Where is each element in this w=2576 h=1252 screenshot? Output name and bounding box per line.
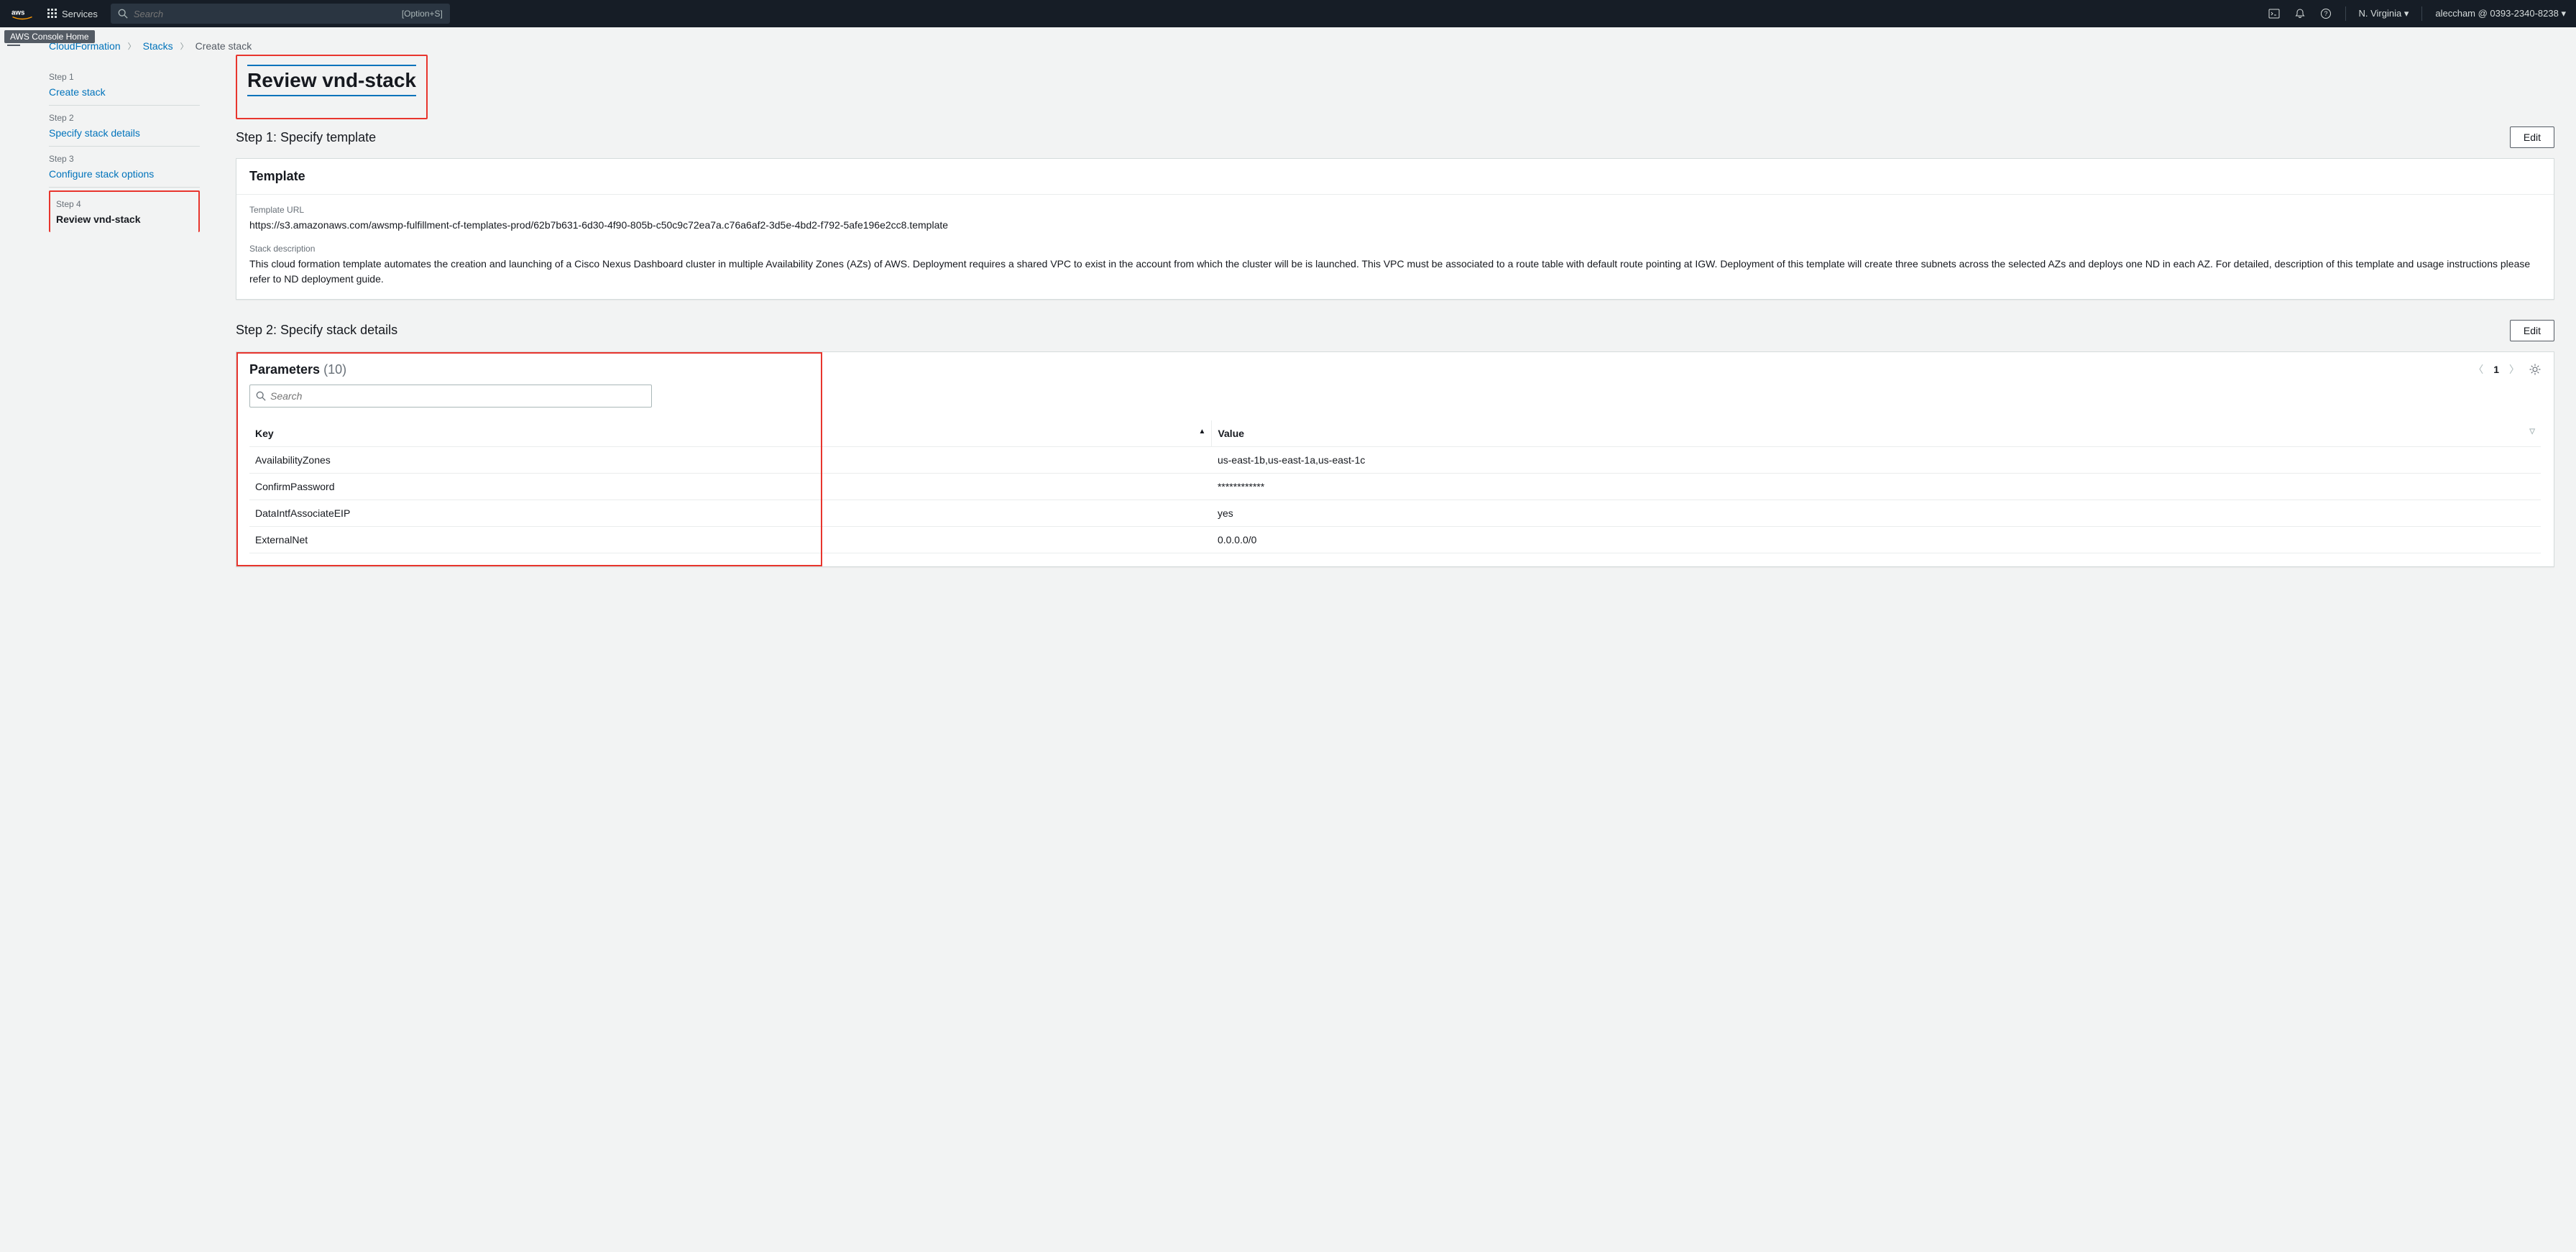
notifications-icon[interactable] — [2294, 7, 2306, 20]
template-url-label: Template URL — [249, 205, 2541, 215]
search-icon — [118, 9, 128, 19]
page-title: Review vnd-stack — [247, 65, 416, 96]
wizard-step-current: Review vnd-stack — [56, 213, 193, 225]
table-row: AvailabilityZonesus-east-1b,us-east-1a,u… — [249, 446, 2541, 473]
step2-edit-button[interactable]: Edit — [2510, 320, 2554, 341]
svg-text:?: ? — [2324, 10, 2327, 17]
wizard-step-link[interactable]: Create stack — [49, 86, 106, 98]
stack-description-value: This cloud formation template automates … — [249, 257, 2541, 286]
services-label: Services — [62, 9, 98, 19]
left-gutter — [0, 27, 27, 616]
pager-next-icon[interactable]: 〉 — [2509, 362, 2519, 377]
chevron-right-icon: 〉 — [180, 40, 188, 52]
table-row: ConfirmPassword************ — [249, 473, 2541, 500]
param-key: ExternalNet — [249, 526, 1212, 553]
wizard-step-label: Step 4 — [56, 199, 193, 209]
col-value[interactable]: Value ▽ — [1212, 420, 2541, 447]
search-shortcut-hint: [Option+S] — [402, 9, 443, 19]
console-home-tooltip: AWS Console Home — [4, 30, 95, 43]
account-menu[interactable]: aleccham @ 0393-2340-8238 ▾ — [2435, 8, 2566, 19]
param-key: DataIntfAssociateEIP — [249, 500, 1212, 526]
global-search[interactable]: [Option+S] — [111, 4, 450, 24]
breadcrumb: CloudFormation 〉 Stacks 〉 Create stack — [49, 40, 2554, 52]
aws-logo[interactable]: aws — [10, 7, 34, 20]
param-key: ConfirmPassword — [249, 473, 1212, 500]
wizard-step-label: Step 2 — [49, 113, 200, 123]
parameters-search-input[interactable] — [270, 390, 645, 402]
template-url-value: https://s3.amazonaws.com/awsmp-fulfillme… — [249, 218, 2541, 232]
col-key[interactable]: Key ▲ — [249, 420, 1212, 447]
region-label: N. Virginia — [2359, 8, 2402, 19]
account-label: aleccham @ 0393-2340-8238 — [2435, 8, 2558, 19]
services-menu[interactable]: Services — [47, 9, 98, 19]
breadcrumb-stacks[interactable]: Stacks — [143, 40, 173, 52]
step1-heading: Step 1: Specify template — [236, 130, 376, 145]
wizard-step-label: Step 1 — [49, 72, 200, 82]
chevron-right-icon: 〉 — [128, 40, 136, 52]
gear-icon[interactable] — [2529, 364, 2541, 375]
parameters-search[interactable] — [249, 385, 652, 408]
parameters-panel: Parameters (10) 〈 1 〉 — [236, 351, 2554, 567]
stack-description-label: Stack description — [249, 244, 2541, 254]
col-key-label: Key — [255, 428, 274, 439]
wizard-step-link[interactable]: Configure stack options — [49, 168, 154, 180]
param-value: yes — [1212, 500, 2541, 526]
wizard-step-1[interactable]: Step 1 Create stack — [49, 65, 200, 106]
cloudshell-icon[interactable] — [2268, 7, 2281, 20]
svg-text:aws: aws — [12, 9, 25, 17]
param-value: ************ — [1212, 473, 2541, 500]
parameters-count: (10) — [323, 362, 346, 377]
sort-asc-icon: ▲ — [1199, 428, 1206, 436]
parameters-title: Parameters — [249, 362, 320, 377]
pager-page-number: 1 — [2493, 364, 2499, 375]
param-key: AvailabilityZones — [249, 446, 1212, 473]
wizard-step-label: Step 3 — [49, 154, 200, 164]
template-panel: Template Template URL https://s3.amazona… — [236, 158, 2554, 300]
wizard-step-4[interactable]: Step 4 Review vnd-stack — [49, 190, 200, 232]
sort-icon: ▽ — [2529, 428, 2535, 436]
step2-heading: Step 2: Specify stack details — [236, 323, 397, 338]
wizard-step-link[interactable]: Specify stack details — [49, 127, 140, 139]
table-row: ExternalNet0.0.0.0/0 — [249, 526, 2541, 553]
region-selector[interactable]: N. Virginia ▾ — [2359, 8, 2409, 19]
top-nav: aws Services [Option+S] ? N. Virginia ▾ … — [0, 0, 2576, 27]
param-value: us-east-1b,us-east-1a,us-east-1c — [1212, 446, 2541, 473]
grid-icon — [47, 9, 58, 19]
table-row: DataIntfAssociateEIPyes — [249, 500, 2541, 526]
global-search-input[interactable] — [134, 9, 396, 19]
template-panel-title: Template — [249, 169, 2541, 184]
search-icon — [256, 391, 266, 401]
wizard-steps: Step 1 Create stack Step 2 Specify stack… — [49, 55, 200, 232]
pager-prev-icon[interactable]: 〈 — [2473, 362, 2483, 377]
breadcrumb-current: Create stack — [196, 40, 252, 52]
pager: 〈 1 〉 — [2473, 362, 2541, 377]
step1-edit-button[interactable]: Edit — [2510, 126, 2554, 148]
parameters-table: Key ▲ Value ▽ AvailabilityZonesus-east-1b,… — [249, 420, 2541, 553]
help-icon[interactable]: ? — [2319, 7, 2332, 20]
wizard-step-2[interactable]: Step 2 Specify stack details — [49, 106, 200, 147]
wizard-step-3[interactable]: Step 3 Configure stack options — [49, 147, 200, 188]
col-value-label: Value — [1218, 428, 1244, 439]
page-title-highlight: Review vnd-stack — [236, 55, 428, 119]
param-value: 0.0.0.0/0 — [1212, 526, 2541, 553]
